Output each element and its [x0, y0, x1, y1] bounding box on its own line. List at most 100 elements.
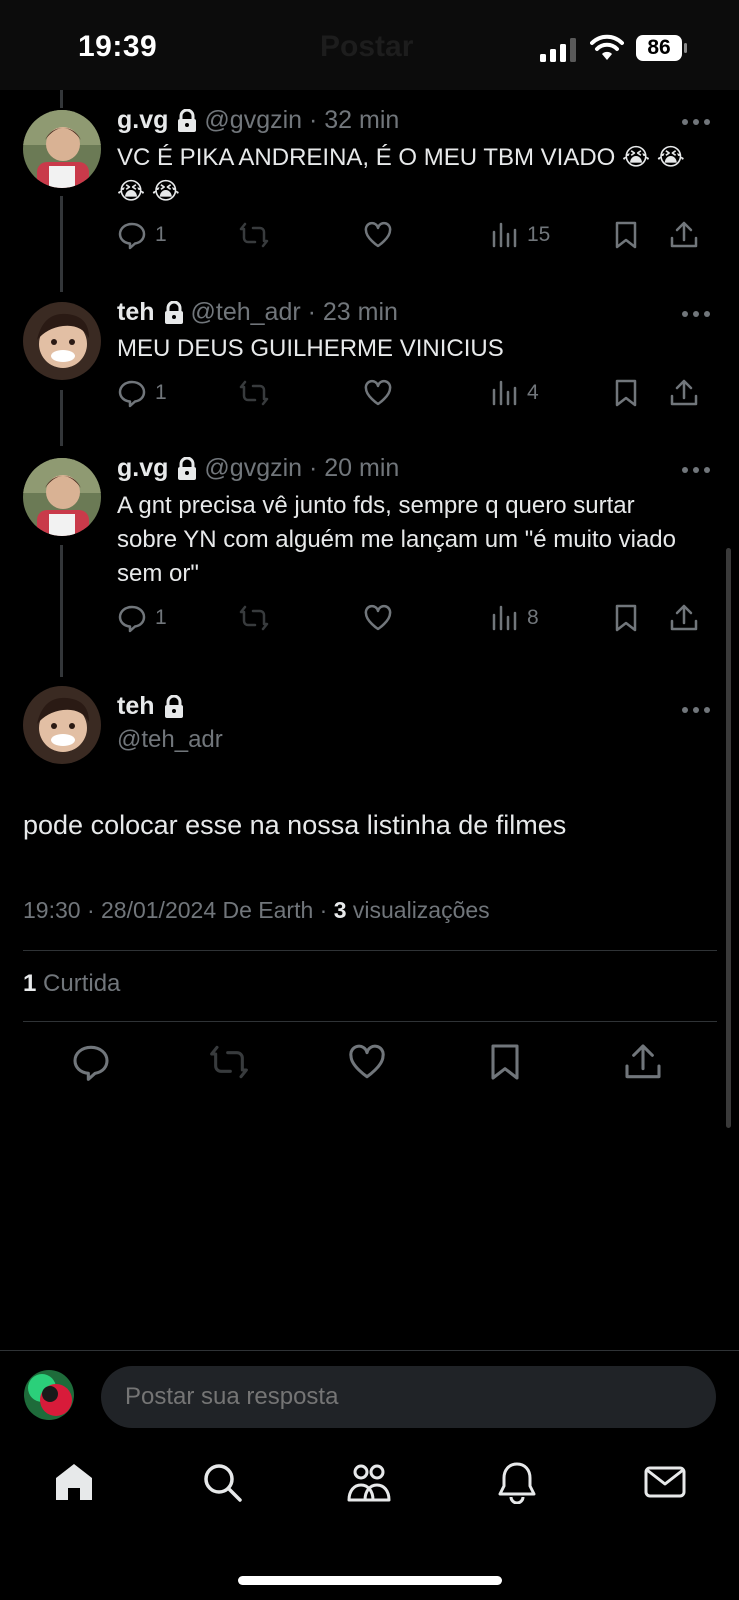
- author-name[interactable]: teh: [117, 298, 155, 327]
- messages-icon[interactable]: [643, 1460, 687, 1504]
- thread-line: [60, 390, 63, 446]
- repost-button[interactable]: [239, 603, 269, 633]
- author-name[interactable]: g.vg: [117, 106, 168, 135]
- bookmark-icon[interactable]: [485, 1042, 525, 1082]
- more-options-icon[interactable]: [681, 118, 711, 126]
- battery-level: 86: [647, 36, 671, 59]
- thread-line: [60, 90, 63, 108]
- like-button[interactable]: [363, 603, 393, 633]
- author-handle[interactable]: @teh_adr · 23 min: [191, 298, 398, 327]
- avatar[interactable]: [23, 686, 101, 764]
- tweet-timestamp[interactable]: 19:30 · 28/01/2024 De Earth ·: [23, 897, 334, 923]
- reply-icon: [118, 380, 146, 408]
- avatar[interactable]: [23, 302, 101, 380]
- reply-button[interactable]: 1: [117, 378, 167, 408]
- heart-icon[interactable]: [347, 1042, 387, 1082]
- share-button[interactable]: [669, 220, 699, 250]
- heart-icon: [364, 221, 392, 248]
- avatar[interactable]: [23, 110, 101, 188]
- divider: [23, 1021, 717, 1022]
- likes-label: Curtida: [36, 970, 121, 997]
- views-count: 4: [527, 381, 539, 404]
- avatar[interactable]: [23, 458, 101, 536]
- author-handle[interactable]: @gvgzin · 20 min: [204, 454, 399, 483]
- likes-count: 1: [23, 970, 37, 997]
- reply-button[interactable]: 1: [117, 220, 167, 250]
- repost-icon[interactable]: [209, 1042, 249, 1082]
- tweet-text: pode colocar esse na nossa listinha de f…: [23, 810, 567, 840]
- bookmark-button[interactable]: [611, 378, 641, 408]
- bookmark-icon: [615, 604, 637, 632]
- divider: [0, 1350, 739, 1351]
- tweet-actions: 1 4: [117, 378, 717, 412]
- reply-count: 1: [155, 381, 167, 404]
- tweet-meta: 19:30 · 28/01/2024 De Earth · 3 visualiz…: [23, 897, 490, 924]
- share-icon: [670, 379, 698, 406]
- communities-icon[interactable]: [347, 1460, 391, 1504]
- heart-icon: [364, 604, 392, 631]
- reply-count: 1: [155, 606, 167, 629]
- author-name[interactable]: teh: [117, 692, 155, 721]
- home-icon[interactable]: [52, 1460, 96, 1504]
- like-button[interactable]: [363, 378, 393, 408]
- repost-button[interactable]: [239, 220, 269, 250]
- author-handle[interactable]: @teh_adr: [117, 726, 223, 754]
- more-options-icon[interactable]: [681, 310, 711, 318]
- status-bar: Postar 19:39 86: [0, 0, 739, 90]
- views-count: 3: [333, 897, 347, 923]
- reply-button[interactable]: 1: [117, 603, 167, 633]
- bottom-nav: [0, 1460, 739, 1520]
- author-handle[interactable]: @gvgzin · 32 min: [204, 106, 399, 135]
- repost-icon: [239, 380, 269, 406]
- author-name[interactable]: g.vg: [117, 454, 168, 483]
- header-title-ghost: Postar: [320, 30, 414, 63]
- reply-input[interactable]: [101, 1366, 716, 1428]
- share-button[interactable]: [669, 603, 699, 633]
- tweet-actions: 1 15: [117, 220, 717, 254]
- share-icon[interactable]: [623, 1042, 663, 1082]
- views-count: 15: [527, 223, 551, 246]
- views-icon: [492, 222, 517, 248]
- battery-indicator: 86: [636, 35, 688, 61]
- reply-icon: [118, 222, 146, 250]
- my-avatar[interactable]: [24, 1370, 74, 1420]
- lock-icon: [178, 108, 197, 132]
- reply-icon[interactable]: [71, 1042, 111, 1082]
- home-indicator[interactable]: [238, 1576, 502, 1585]
- bookmark-button[interactable]: [611, 603, 641, 633]
- views-count: 8: [527, 606, 539, 629]
- views-label: visualizações: [346, 897, 490, 923]
- tweet-text: MEU DEUS GUILHERME VINICIUS: [117, 335, 504, 362]
- thread-line: [60, 196, 63, 292]
- views-icon: [492, 380, 517, 406]
- heart-icon: [364, 379, 392, 406]
- search-icon[interactable]: [200, 1460, 244, 1504]
- share-icon: [670, 604, 698, 631]
- lock-icon: [164, 300, 183, 324]
- more-options-icon[interactable]: [681, 466, 711, 474]
- notifications-icon[interactable]: [495, 1460, 539, 1504]
- views-button[interactable]: 4: [489, 378, 539, 408]
- lock-icon: [164, 694, 183, 718]
- share-button[interactable]: [669, 378, 699, 408]
- bookmark-icon: [615, 379, 637, 407]
- views-button[interactable]: 15: [489, 220, 550, 250]
- cellular-signal-icon: [540, 38, 576, 62]
- more-options-icon[interactable]: [681, 706, 711, 714]
- scrollbar[interactable]: [726, 548, 731, 1128]
- wifi-icon: [590, 34, 624, 60]
- likes-summary[interactable]: 1 Curtida: [23, 970, 120, 998]
- reply-icon: [118, 605, 146, 633]
- bookmark-icon: [615, 221, 637, 249]
- views-button[interactable]: 8: [489, 603, 539, 633]
- focused-tweet-actions: [0, 1042, 739, 1082]
- like-button[interactable]: [363, 220, 393, 250]
- lock-icon: [178, 456, 197, 480]
- tweet-text: A gnt precisa vê junto fds, sempre q que…: [117, 492, 676, 587]
- bookmark-button[interactable]: [611, 220, 641, 250]
- share-icon: [670, 221, 698, 248]
- tweet-text: VC É PIKA ANDREINA, É O MEU TBM VIADO 😭 …: [117, 144, 685, 205]
- views-icon: [492, 605, 517, 631]
- thread-line: [60, 545, 63, 677]
- repost-button[interactable]: [239, 378, 269, 408]
